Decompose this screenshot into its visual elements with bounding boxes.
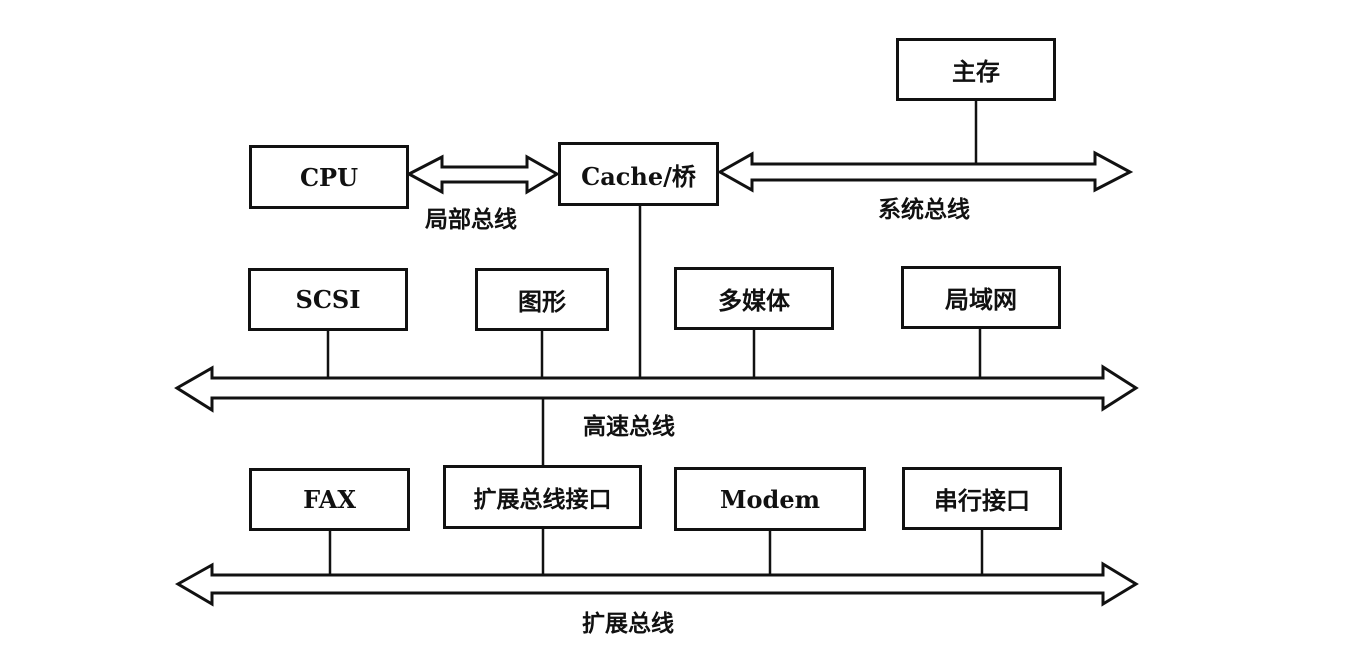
graphics-label: 图形 [518,288,566,316]
expansion-bus-arrow [174,561,1139,607]
graphics-box: 图形 [475,268,609,331]
cpu-label: CPU [299,162,359,192]
modem-label: Modem [719,484,821,514]
system-bus-arrow [716,150,1134,193]
local-bus-arrow [405,154,560,195]
expansion-bus-label: 扩展总线 [582,611,674,637]
main-memory-label: 主存 [952,58,1000,86]
lan-label: 局域网 [945,286,1017,314]
scsi-box: SCSI [248,268,408,331]
serial-interface-label: 串行接口 [934,487,1030,515]
expansion-bus-interface-label: 扩展总线接口 [473,487,612,513]
multimedia-label: 多媒体 [718,287,790,315]
lan-box: 局域网 [901,266,1061,329]
expansion-bus-interface-box: 扩展总线接口 [443,465,642,529]
main-memory-box: 主存 [896,38,1056,101]
high-speed-bus-arrow [174,364,1139,413]
modem-box: Modem [674,467,866,531]
fax-label: FAX [303,485,356,514]
cpu-box: CPU [249,145,409,209]
high-speed-bus-label: 高速总线 [583,414,675,440]
multimedia-box: 多媒体 [674,267,834,330]
local-bus-label: 局部总线 [425,207,517,233]
serial-interface-box: 串行接口 [902,467,1062,530]
cache-bridge-label: Cache/桥 [581,161,696,191]
cache-bridge-box: Cache/桥 [558,142,719,206]
system-bus-label: 系统总线 [878,197,970,223]
fax-box: FAX [249,468,410,531]
scsi-label: SCSI [295,285,361,314]
